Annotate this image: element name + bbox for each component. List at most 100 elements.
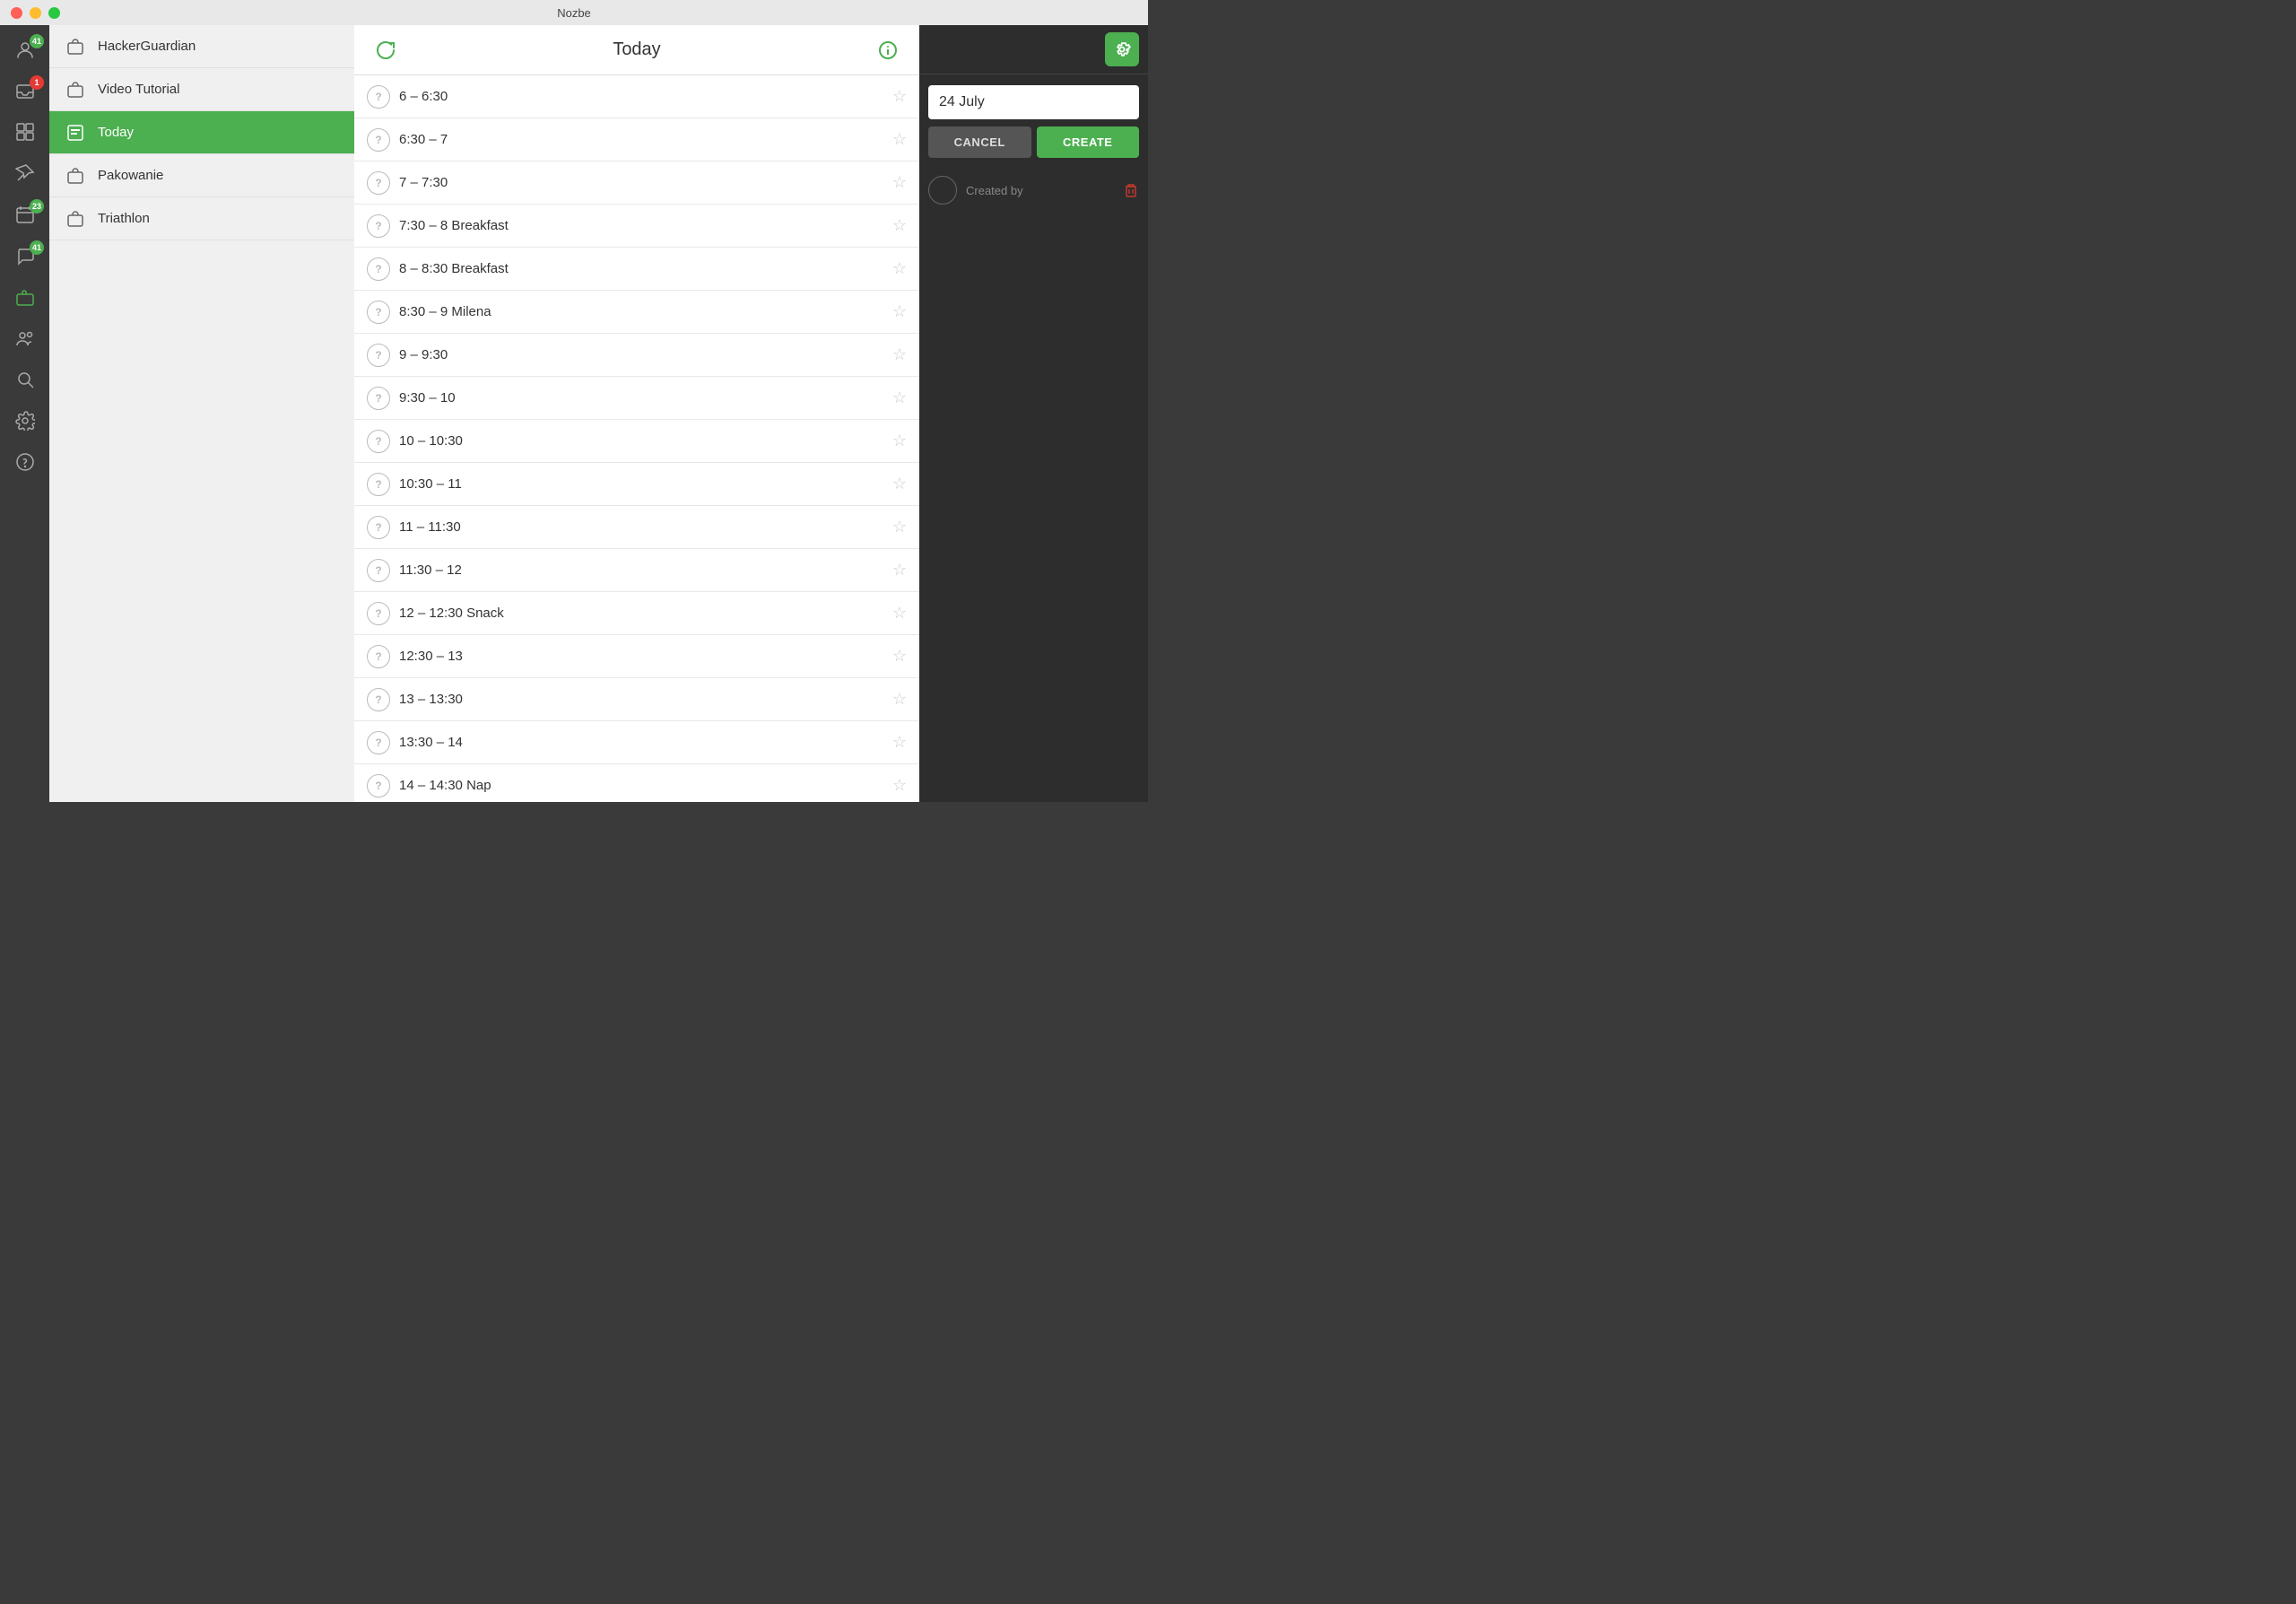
task-row[interactable]: ? 6 – 6:30 ☆	[354, 75, 919, 118]
task-star-1[interactable]: ☆	[892, 130, 907, 149]
project-name-input[interactable]	[928, 85, 1139, 119]
task-row[interactable]: ? 8 – 8:30 Breakfast ☆	[354, 248, 919, 291]
maximize-button[interactable]	[48, 7, 60, 19]
window-controls[interactable]	[11, 7, 60, 19]
task-star-14[interactable]: ☆	[892, 690, 907, 709]
created-by-row: Created by	[919, 167, 1148, 214]
cancel-button[interactable]: CANCEL	[928, 126, 1031, 158]
sidebar-item-chat[interactable]: 41	[0, 237, 49, 278]
task-checkbox-11[interactable]: ?	[367, 559, 390, 582]
task-star-5[interactable]: ☆	[892, 302, 907, 321]
sidebar-item-grid[interactable]	[0, 113, 49, 154]
project-item-videotutorial[interactable]: Video Tutorial	[49, 68, 354, 111]
task-checkbox-7[interactable]: ?	[367, 387, 390, 410]
sidebar-item-pin[interactable]	[0, 154, 49, 196]
task-checkbox-3[interactable]: ?	[367, 214, 390, 238]
task-row[interactable]: ? 12 – 12:30 Snack ☆	[354, 592, 919, 635]
task-checkbox-12[interactable]: ?	[367, 602, 390, 625]
main-header-title: Today	[399, 39, 874, 60]
sidebar-item-team[interactable]	[0, 319, 49, 361]
task-row[interactable]: ? 10 – 10:30 ☆	[354, 420, 919, 463]
task-name-10: 11 – 11:30	[399, 519, 883, 535]
task-checkbox-9[interactable]: ?	[367, 473, 390, 496]
task-name-16: 14 – 14:30 Nap	[399, 778, 883, 793]
task-row[interactable]: ? 12:30 – 13 ☆	[354, 635, 919, 678]
minimize-button[interactable]	[30, 7, 41, 19]
task-checkbox-5[interactable]: ?	[367, 301, 390, 324]
task-row[interactable]: ? 13:30 – 14 ☆	[354, 721, 919, 764]
task-row[interactable]: ? 14 – 14:30 Nap ☆	[354, 764, 919, 802]
sidebar-item-briefcase[interactable]	[0, 278, 49, 319]
task-star-16[interactable]: ☆	[892, 776, 907, 795]
task-star-10[interactable]: ☆	[892, 518, 907, 536]
project-icon-triathlon	[64, 207, 87, 231]
task-checkbox-15[interactable]: ?	[367, 731, 390, 754]
task-name-4: 8 – 8:30 Breakfast	[399, 261, 883, 276]
project-item-hackguardian[interactable]: HackerGuardian	[49, 25, 354, 68]
task-star-4[interactable]: ☆	[892, 259, 907, 278]
task-checkbox-4[interactable]: ?	[367, 257, 390, 281]
project-item-pakowanie[interactable]: Pakowanie	[49, 154, 354, 197]
close-button[interactable]	[11, 7, 22, 19]
task-row[interactable]: ? 9:30 – 10 ☆	[354, 377, 919, 420]
sidebar-item-avatar[interactable]: 41	[0, 31, 49, 72]
task-name-15: 13:30 – 14	[399, 735, 883, 750]
task-star-0[interactable]: ☆	[892, 87, 907, 106]
project-item-triathlon[interactable]: Triathlon	[49, 197, 354, 240]
project-name-today: Today	[98, 125, 134, 140]
sidebar-item-calendar[interactable]: 23	[0, 196, 49, 237]
task-star-3[interactable]: ☆	[892, 216, 907, 235]
task-name-5: 8:30 – 9 Milena	[399, 304, 883, 319]
task-checkbox-1[interactable]: ?	[367, 128, 390, 152]
task-row[interactable]: ? 13 – 13:30 ☆	[354, 678, 919, 721]
task-checkbox-10[interactable]: ?	[367, 516, 390, 539]
task-name-7: 9:30 – 10	[399, 390, 883, 405]
grid-icon	[15, 122, 35, 146]
calendar-badge: 23	[30, 199, 44, 214]
refresh-button[interactable]	[372, 40, 399, 60]
sidebar-item-search[interactable]	[0, 361, 49, 402]
app-body: 41 1	[0, 25, 1148, 802]
task-name-9: 10:30 – 11	[399, 476, 883, 492]
task-row[interactable]: ? 11 – 11:30 ☆	[354, 506, 919, 549]
task-checkbox-2[interactable]: ?	[367, 171, 390, 195]
user-avatar	[928, 176, 957, 205]
task-star-13[interactable]: ☆	[892, 647, 907, 666]
info-button[interactable]	[874, 40, 901, 60]
created-by-label: Created by	[966, 184, 1114, 197]
sidebar-item-help[interactable]	[0, 443, 49, 484]
task-row[interactable]: ? 7:30 – 8 Breakfast ☆	[354, 205, 919, 248]
app-title: Nozbe	[557, 6, 591, 20]
task-checkbox-16[interactable]: ?	[367, 774, 390, 798]
task-star-12[interactable]: ☆	[892, 604, 907, 623]
task-star-2[interactable]: ☆	[892, 173, 907, 192]
task-row[interactable]: ? 6:30 – 7 ☆	[354, 118, 919, 161]
project-icon-hackguardian	[64, 35, 87, 58]
task-checkbox-14[interactable]: ?	[367, 688, 390, 711]
task-row[interactable]: ? 9 – 9:30 ☆	[354, 334, 919, 377]
task-star-9[interactable]: ☆	[892, 475, 907, 493]
task-checkbox-8[interactable]: ?	[367, 430, 390, 453]
task-checkbox-13[interactable]: ?	[367, 645, 390, 668]
task-star-6[interactable]: ☆	[892, 345, 907, 364]
sidebar-item-inbox[interactable]: 1	[0, 72, 49, 113]
task-star-8[interactable]: ☆	[892, 432, 907, 450]
task-row[interactable]: ? 10:30 – 11 ☆	[354, 463, 919, 506]
task-name-1: 6:30 – 7	[399, 132, 883, 147]
create-button[interactable]: CREATE	[1037, 126, 1140, 158]
task-checkbox-0[interactable]: ?	[367, 85, 390, 109]
projects-panel: HackerGuardian Video Tutorial Today	[49, 25, 354, 802]
task-row[interactable]: ? 7 – 7:30 ☆	[354, 161, 919, 205]
pin-icon	[15, 163, 35, 187]
task-checkbox-6[interactable]: ?	[367, 344, 390, 367]
delete-button[interactable]	[1123, 182, 1139, 198]
task-star-7[interactable]: ☆	[892, 388, 907, 407]
sidebar-item-settings[interactable]	[0, 402, 49, 443]
task-star-15[interactable]: ☆	[892, 733, 907, 752]
task-star-11[interactable]: ☆	[892, 561, 907, 580]
task-row[interactable]: ? 8:30 – 9 Milena ☆	[354, 291, 919, 334]
project-name-hackguardian: HackerGuardian	[98, 39, 196, 54]
project-item-today[interactable]: Today	[49, 111, 354, 154]
gear-button[interactable]	[1105, 32, 1139, 66]
task-row[interactable]: ? 11:30 – 12 ☆	[354, 549, 919, 592]
